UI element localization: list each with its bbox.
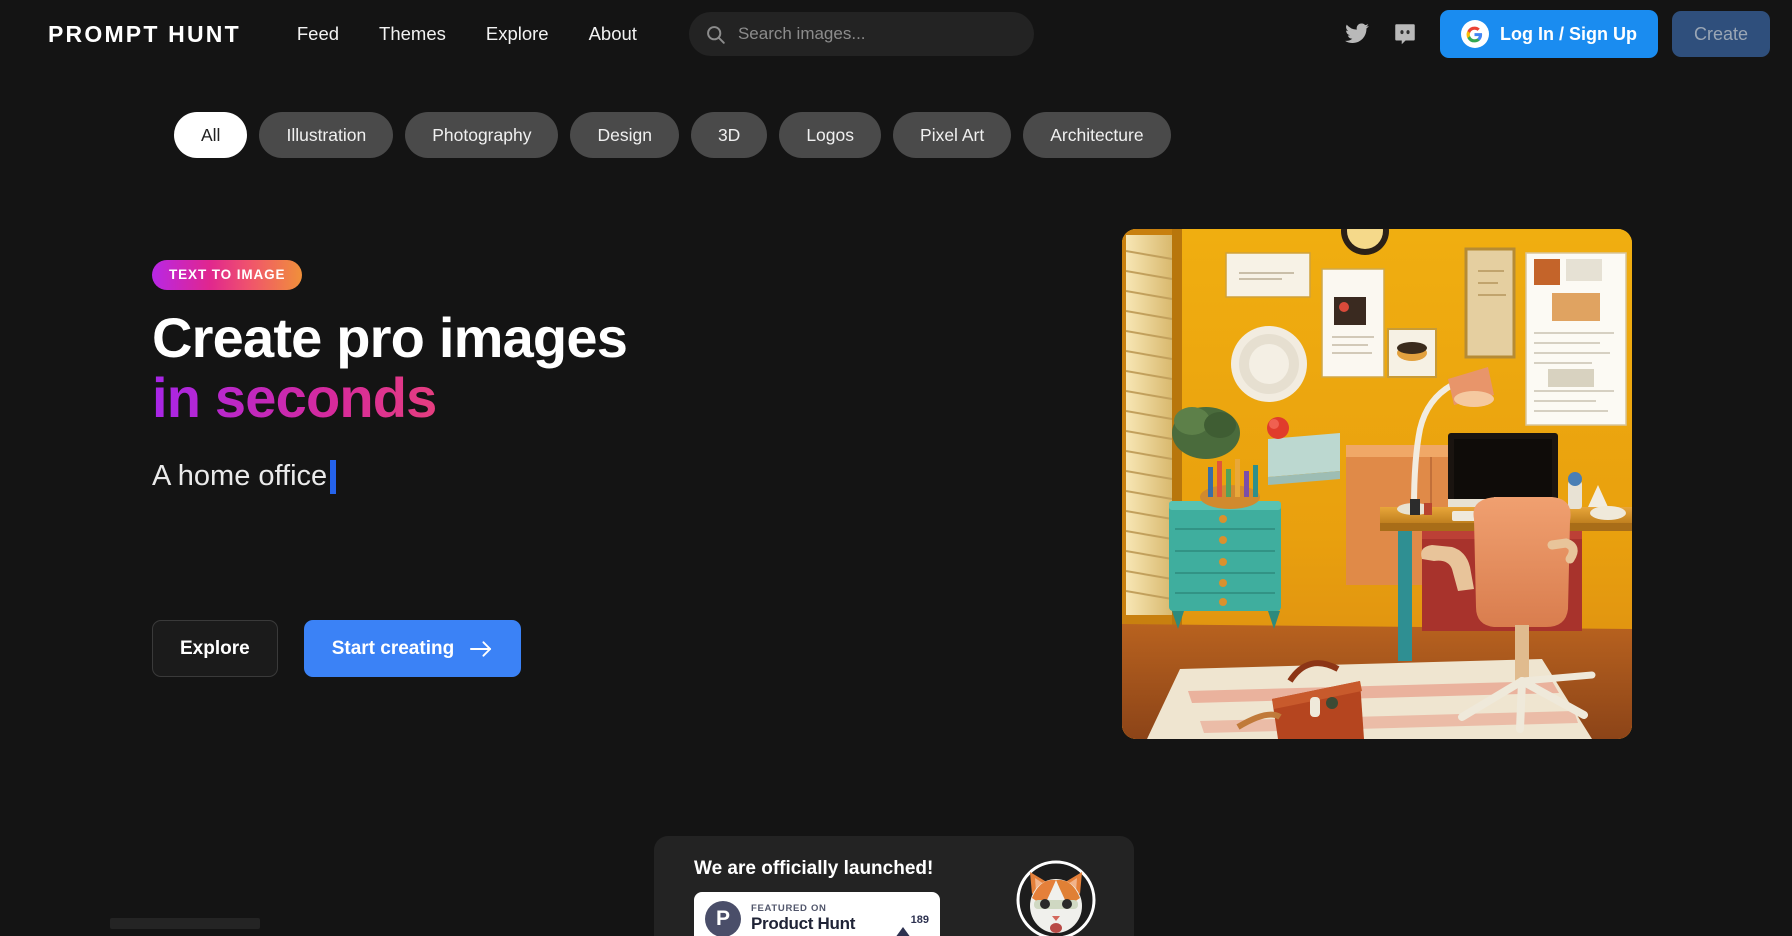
discord-icon[interactable] [1392,21,1418,47]
google-icon [1461,20,1489,48]
hero-section: TEXT TO IMAGE Create pro images in secon… [152,260,752,494]
cat-mascot-icon: Prompt Hunt [1006,856,1106,936]
nav-item-feed[interactable]: Feed [297,23,339,45]
category-pill-illustration[interactable]: Illustration [259,112,393,158]
upvote-count: 189 [911,914,929,926]
page-title: Create pro images in seconds [152,308,752,428]
hero-preview-image[interactable] [1122,229,1632,739]
product-hunt-logo-icon: P [705,901,741,936]
hero-cta-row: Explore Start creating [152,620,521,677]
create-button[interactable]: Create [1672,11,1770,57]
page-root: PROMPT HUNT Feed Themes Explore About [0,0,1792,936]
headline-line-1: Create pro images [152,306,627,369]
site-logo[interactable]: PROMPT HUNT [48,21,241,48]
category-pill-architecture[interactable]: Architecture [1023,112,1170,158]
twitter-icon[interactable] [1344,21,1370,47]
text-cursor-icon [330,460,336,494]
explore-button[interactable]: Explore [152,620,278,677]
bottom-left-strip [110,918,260,929]
launch-announcement-card: We are officially launched! P FEATURED O… [654,836,1134,936]
start-creating-label: Start creating [332,638,454,660]
category-pill-photography[interactable]: Photography [405,112,558,158]
nav-item-explore[interactable]: Explore [486,23,549,45]
login-signup-label: Log In / Sign Up [1500,24,1637,45]
category-filter-bar: All Illustration Photography Design 3D L… [174,112,1171,158]
search-icon [705,24,726,45]
product-hunt-badge[interactable]: P FEATURED ON Product Hunt 189 [694,892,940,936]
product-hunt-name: Product Hunt [751,915,885,934]
header-actions: Log In / Sign Up Create [1334,10,1792,58]
prompt-input-display[interactable]: A home office [152,460,752,494]
headline-line-2: in seconds [152,368,752,428]
upvote-triangle-icon [895,910,911,936]
home-office-render [1122,229,1632,739]
category-pill-design[interactable]: Design [570,112,678,158]
nav-item-about[interactable]: About [589,23,637,45]
category-pill-3d[interactable]: 3D [691,112,767,158]
text-to-image-badge: TEXT TO IMAGE [152,260,302,290]
avatar: Prompt Hunt [1006,856,1106,936]
search-input[interactable] [738,12,1018,56]
search-bar[interactable] [689,12,1034,56]
prompt-text: A home office [152,460,327,493]
start-creating-button[interactable]: Start creating [304,620,521,677]
product-hunt-upvotes: 189 [895,911,929,928]
product-hunt-texts: FEATURED ON Product Hunt [751,904,885,933]
launch-card-content: We are officially launched! P FEATURED O… [694,858,988,936]
category-pill-all[interactable]: All [174,112,247,158]
site-header: PROMPT HUNT Feed Themes Explore About [0,0,1792,68]
category-pill-pixel-art[interactable]: Pixel Art [893,112,1011,158]
main-nav: Feed Themes Explore About [297,23,637,45]
category-pill-logos[interactable]: Logos [779,112,881,158]
login-signup-button[interactable]: Log In / Sign Up [1440,10,1658,58]
arrow-right-icon [470,640,493,658]
launch-title: We are officially launched! [694,858,988,880]
nav-item-themes[interactable]: Themes [379,23,446,45]
